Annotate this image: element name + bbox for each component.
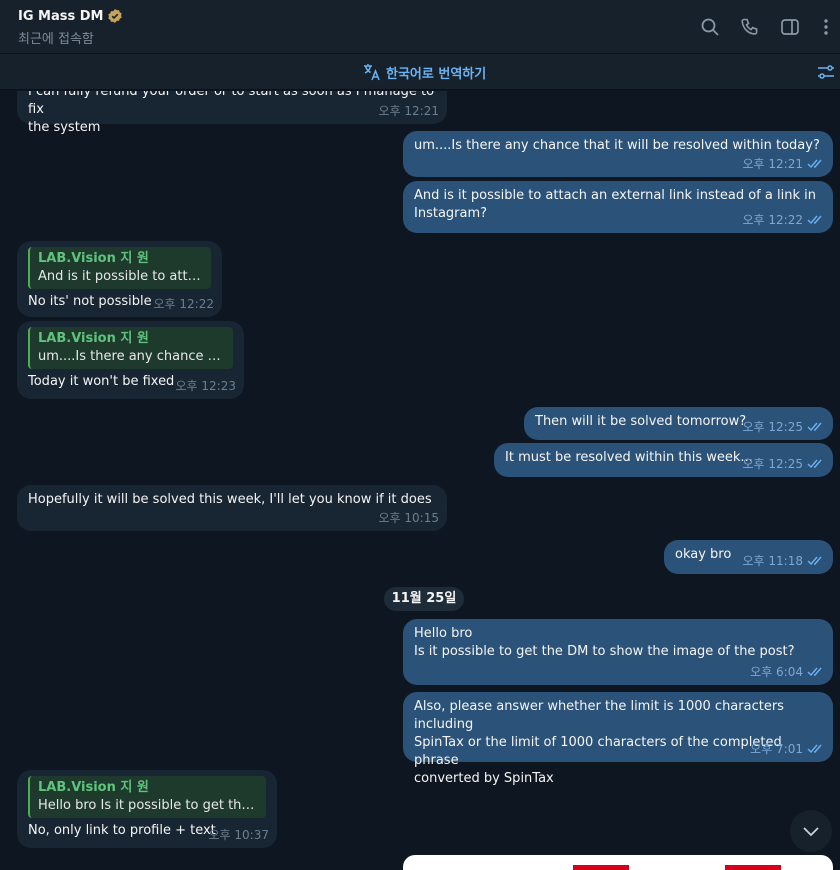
message-time: 오후 10:37 (208, 828, 269, 842)
message-text: Hopefully it will be solved this week, I… (28, 492, 432, 507)
message-text: Hello bro Is it possible to get the DM t… (414, 626, 795, 659)
reply-text: Hello bro Is it possible to get the D... (38, 798, 258, 813)
chat-status: 최근에 접속함 (18, 32, 94, 47)
message-incoming[interactable]: Hopefully it will be solved this week, I… (17, 485, 447, 531)
translate-button[interactable]: 한국어로 번역하기 (362, 62, 486, 82)
double-check-icon (807, 159, 822, 169)
chat-title-text[interactable]: IG Mass DM (18, 9, 103, 24)
sidebar-icon[interactable] (780, 17, 800, 37)
message-time: 오후 11:18 (742, 554, 803, 568)
message-outgoing[interactable]: Then will it be solved tomorrow? 오후 12:2… (524, 407, 833, 440)
more-icon[interactable] (816, 17, 836, 37)
message-time: 오후 12:21 (742, 157, 803, 171)
message-text: um....Is there any chance that it will b… (414, 138, 820, 153)
verified-icon (108, 9, 123, 23)
message-time: 오후 12:22 (153, 297, 214, 311)
reply-text: um....Is there any chance that ... (38, 349, 225, 364)
scroll-down-button[interactable] (790, 810, 832, 852)
message-outgoing[interactable]: Hello bro Is it possible to get the DM t… (403, 619, 833, 685)
double-check-icon (807, 744, 822, 754)
image-fragment (573, 865, 629, 870)
chat-title[interactable]: IG Mass DM (18, 8, 123, 24)
reply-text: And is it possible to attach... (38, 269, 203, 284)
date-separator: 11월 25일 (384, 587, 464, 611)
message-outgoing[interactable]: And is it possible to attach an external… (403, 181, 833, 233)
message-time: 오후 12:25 (742, 457, 803, 471)
message-time: 오후 12:25 (742, 420, 803, 434)
image-message-preview[interactable] (403, 855, 833, 870)
message-time: 오후 7:01 (750, 742, 803, 756)
double-check-icon (807, 667, 822, 677)
message-text: I can fully refund your order or to star… (28, 91, 435, 135)
message-time: 오후 12:22 (742, 213, 803, 227)
reply-sender: LAB.Vision 지 원 (38, 251, 149, 266)
message-outgoing[interactable]: okay bro 오후 11:18 (664, 540, 833, 574)
message-incoming[interactable]: LAB.Vision 지 원 And is it possible to att… (17, 241, 222, 317)
reply-preview[interactable]: LAB.Vision 지 원 And is it possible to att… (28, 247, 211, 289)
chevron-down-icon (803, 827, 819, 837)
message-time: 오후 12:23 (175, 379, 236, 393)
message-outgoing[interactable]: um....Is there any chance that it will b… (403, 131, 833, 177)
double-check-icon (807, 556, 822, 566)
double-check-icon (807, 422, 822, 432)
double-check-icon (807, 459, 822, 469)
search-icon[interactable] (700, 17, 720, 37)
message-time: 오후 10:15 (378, 511, 439, 525)
reply-preview[interactable]: LAB.Vision 지 원 um....Is there any chance… (28, 327, 233, 369)
message-incoming[interactable]: I can fully refund your order or to star… (17, 91, 447, 135)
translate-bar: 한국어로 번역하기 (0, 54, 840, 90)
message-incoming[interactable]: LAB.Vision 지 원 Hello bro Is it possible … (17, 770, 277, 848)
message-outgoing[interactable]: It must be resolved within this week... … (494, 443, 833, 477)
message-incoming[interactable]: LAB.Vision 지 원 um....Is there any chance… (17, 321, 244, 399)
double-check-icon (807, 215, 822, 225)
message-time: 오후 6:04 (750, 665, 803, 679)
reply-sender: LAB.Vision 지 원 (38, 331, 149, 346)
translate-icon (364, 64, 380, 81)
reply-sender: LAB.Vision 지 원 (38, 780, 149, 795)
reply-preview[interactable]: LAB.Vision 지 원 Hello bro Is it possible … (28, 776, 266, 818)
translate-label[interactable]: 한국어로 번역하기 (386, 63, 486, 82)
message-time: 오후 12:21 (378, 104, 439, 118)
message-list[interactable]: I can fully refund your order or to star… (0, 91, 840, 870)
message-outgoing[interactable]: Also, please answer whether the limit is… (403, 692, 833, 786)
phone-icon[interactable] (740, 17, 760, 37)
image-fragment (725, 865, 781, 870)
chat-header: IG Mass DM 최근에 접속함 (0, 0, 840, 54)
filter-icon[interactable] (816, 62, 836, 82)
